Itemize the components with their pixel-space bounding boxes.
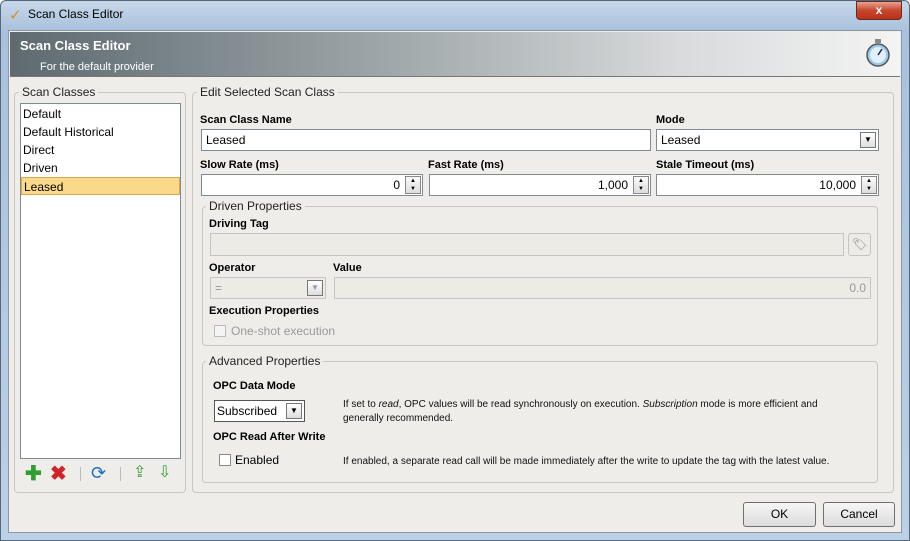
list-item-driven[interactable]: Driven [21,159,180,177]
slow-rate-stepper[interactable]: 0 ▲ ▼ [201,174,423,196]
advanced-legend: Advanced Properties [206,354,324,368]
opc-data-mode-label: OPC Data Mode [213,380,296,392]
chevron-down-icon[interactable]: ▼ [307,280,323,296]
enabled-checkbox[interactable] [219,454,231,466]
stale-timeout-label: Stale Timeout (ms) [656,159,755,171]
export-icon[interactable]: ⇪ [133,464,146,482]
close-button[interactable]: x [856,1,902,20]
opc-data-mode-select[interactable]: Subscribed ▼ [214,400,305,422]
toolbar-separator [80,467,81,481]
spinner-icon[interactable]: ▲ ▼ [405,176,421,194]
toolbar-separator [120,467,121,481]
import-icon[interactable]: ⇩ [158,464,171,482]
cancel-button[interactable]: Cancel [823,502,895,527]
scan-class-name-input[interactable]: Leased [201,129,651,151]
scan-classes-legend: Scan Classes [19,85,99,99]
driving-tag-input[interactable] [210,233,844,256]
operator-value: = [215,281,223,295]
stale-timeout-value: 10,000 [819,178,856,192]
value-label: Value [333,262,362,274]
header-title: Scan Class Editor [20,38,131,53]
add-icon[interactable]: ✚ [25,464,42,484]
tag-browse-icon[interactable]: 🏷 [848,233,871,256]
opc-data-mode-value: Subscribed [217,404,278,418]
spinner-icon[interactable]: ▲ ▼ [633,176,649,194]
spinner-icon[interactable]: ▲ ▼ [861,176,877,194]
operator-select[interactable]: = ▼ [210,277,326,299]
read-after-write-description: If enabled, a separate read call will be… [343,456,830,467]
slow-rate-value: 0 [393,178,400,192]
chevron-down-icon[interactable]: ▼ [286,403,302,419]
scan-class-list[interactable]: Default Default Historical Direct Driven… [20,103,181,459]
delete-icon[interactable]: ✖ [50,464,67,484]
fast-rate-value: 1,000 [597,178,628,192]
edit-legend: Edit Selected Scan Class [197,85,338,99]
refresh-icon[interactable]: ⟳ [91,464,106,482]
ok-button[interactable]: OK [743,502,816,527]
driving-tag-label: Driving Tag [209,218,269,230]
enabled-label: Enabled [235,453,280,467]
one-shot-label: One-shot execution [231,324,336,338]
list-item-direct[interactable]: Direct [21,141,180,159]
list-item-default[interactable]: Default [21,105,180,123]
fast-rate-stepper[interactable]: 1,000 ▲ ▼ [429,174,651,196]
fast-rate-label: Fast Rate (ms) [428,159,504,171]
driven-legend: Driven Properties [206,199,305,213]
chevron-down-icon[interactable]: ▼ [860,132,876,148]
opc-read-after-write-label: OPC Read After Write [213,431,326,443]
opc-data-mode-description: If set to read, OPC values will be read … [343,399,818,410]
execution-properties-label: Execution Properties [209,305,320,317]
operator-label: Operator [209,262,256,274]
stale-timeout-stepper[interactable]: 10,000 ▲ ▼ [656,174,879,196]
mode-value: Leased [661,133,701,147]
mode-label: Mode [656,114,685,126]
list-item-default-historical[interactable]: Default Historical [21,123,180,141]
header-subtitle: For the default provider [40,61,154,73]
opc-data-mode-description-2: generally recommended. [343,413,454,424]
stopwatch-icon [865,38,891,68]
app-icon: ✓ [9,7,22,24]
mode-select[interactable]: Leased ▼ [656,129,879,151]
value-input[interactable]: 0.0 [334,277,871,299]
window-title: Scan Class Editor [28,7,124,21]
list-item-leased[interactable]: Leased [21,177,180,195]
scan-class-name-label: Scan Class Name [200,114,292,126]
one-shot-checkbox[interactable] [214,325,226,337]
slow-rate-label: Slow Rate (ms) [200,159,279,171]
